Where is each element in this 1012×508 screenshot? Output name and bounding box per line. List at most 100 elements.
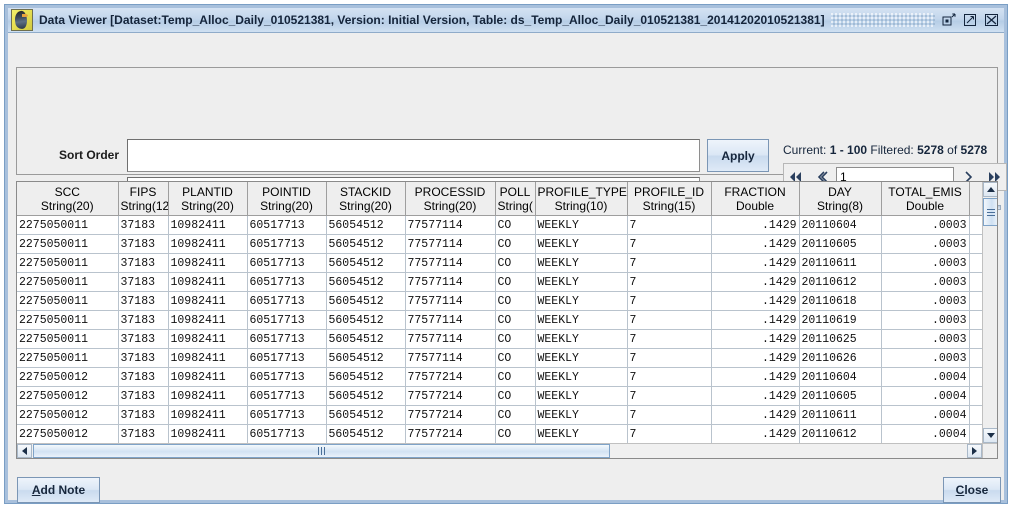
table-cell[interactable]: .1429 — [711, 253, 800, 273]
table-cell[interactable]: CO — [495, 310, 536, 330]
table-cell[interactable]: 20110612 — [799, 424, 882, 443]
table-cell[interactable]: 2275050011 — [17, 310, 119, 330]
column-header-day[interactable]: DAY String(8) — [799, 182, 882, 216]
column-header-poll[interactable]: POLL String( — [495, 182, 536, 216]
table-cell[interactable]: 7 — [627, 367, 712, 387]
table-cell[interactable]: 77577114 — [405, 348, 496, 368]
table-cell[interactable]: 20110611 — [799, 405, 882, 425]
table-cell[interactable]: 37183 — [118, 215, 169, 235]
table-cell[interactable]: CO — [495, 405, 536, 425]
table-cell[interactable]: .1429 — [711, 386, 800, 406]
table-row[interactable]: 2275050012 37183 10982411 60517713 56054512 7… — [17, 424, 982, 443]
table-cell[interactable]: 7 — [627, 424, 712, 443]
table-cell[interactable]: 20110619 — [799, 310, 882, 330]
table-cell[interactable]: 7 — [627, 405, 712, 425]
table-cell[interactable]: 20110605 — [799, 234, 882, 254]
table-cell[interactable] — [969, 272, 982, 292]
table-cell[interactable]: 37183 — [118, 405, 169, 425]
table-cell[interactable]: 37183 — [118, 424, 169, 443]
table-cell[interactable]: 10982411 — [168, 424, 248, 443]
table-cell[interactable] — [969, 215, 982, 235]
table-cell[interactable]: 37183 — [118, 272, 169, 292]
table-cell[interactable]: 2275050012 — [17, 424, 119, 443]
table-cell[interactable]: 20110625 — [799, 329, 882, 349]
column-header-profile_id[interactable]: PROFILE_ID String(15) — [627, 182, 712, 216]
table-cell[interactable]: CO — [495, 424, 536, 443]
table-cell[interactable]: 77577114 — [405, 291, 496, 311]
table-cell[interactable]: 2275050012 — [17, 367, 119, 387]
column-header-fraction[interactable]: FRACTION Double — [711, 182, 800, 216]
table-row[interactable]: 2275050012 37183 10982411 60517713 56054512 7… — [17, 367, 982, 387]
close-button[interactable]: Close — [943, 477, 1001, 503]
column-header-scc[interactable]: SCC String(20) — [17, 182, 119, 216]
table-cell[interactable]: .0003 — [881, 310, 970, 330]
table-cell[interactable]: WEEKLY — [535, 405, 628, 425]
table-cell[interactable]: CO — [495, 386, 536, 406]
table-cell[interactable]: .0004 — [881, 386, 970, 406]
table-cell[interactable]: 10982411 — [168, 367, 248, 387]
table-cell[interactable]: 10982411 — [168, 329, 248, 349]
table-cell[interactable]: 56054512 — [326, 367, 406, 387]
table-cell[interactable]: WEEKLY — [535, 272, 628, 292]
table-cell[interactable]: 10982411 — [168, 291, 248, 311]
table-cell[interactable]: CO — [495, 329, 536, 349]
table-cell[interactable]: 37183 — [118, 386, 169, 406]
table-cell[interactable]: 56054512 — [326, 272, 406, 292]
table-row[interactable]: 2275050011 37183 10982411 60517713 56054512 7… — [17, 253, 982, 273]
table-cell[interactable]: 37183 — [118, 234, 169, 254]
table-cell[interactable]: 60517713 — [247, 386, 327, 406]
title-drag-grip[interactable] — [830, 13, 935, 27]
table-cell[interactable]: 7 — [627, 215, 712, 235]
table-cell[interactable]: .0004 — [881, 424, 970, 443]
table-cell[interactable]: 20110604 — [799, 367, 882, 387]
table-row[interactable]: 2275050011 37183 10982411 60517713 56054512 7… — [17, 272, 982, 292]
table-row[interactable]: 2275050011 37183 10982411 60517713 56054512 7… — [17, 348, 982, 368]
table-cell[interactable]: 2275050011 — [17, 348, 119, 368]
table-cell[interactable]: .1429 — [711, 329, 800, 349]
table-row[interactable]: 2275050011 37183 10982411 60517713 56054512 7… — [17, 329, 982, 349]
table-cell[interactable]: CO — [495, 215, 536, 235]
close-icon[interactable] — [983, 12, 1000, 28]
table-cell[interactable]: 20110626 — [799, 348, 882, 368]
table-row[interactable]: 2275050011 37183 10982411 60517713 56054512 7… — [17, 310, 982, 330]
apply-button[interactable]: Apply — [707, 139, 769, 172]
column-header-stackid[interactable]: STACKID String(20) — [326, 182, 406, 216]
table-cell[interactable]: .0003 — [881, 253, 970, 273]
table-cell[interactable]: .1429 — [711, 348, 800, 368]
table-cell[interactable]: WEEKLY — [535, 367, 628, 387]
scroll-left-icon[interactable] — [17, 444, 32, 458]
table-cell[interactable]: 20110618 — [799, 291, 882, 311]
table-cell[interactable]: WEEKLY — [535, 386, 628, 406]
table-cell[interactable]: CO — [495, 272, 536, 292]
table-cell[interactable] — [969, 367, 982, 387]
table-cell[interactable]: WEEKLY — [535, 253, 628, 273]
table-cell[interactable]: 77577114 — [405, 272, 496, 292]
table-cell[interactable]: 56054512 — [326, 253, 406, 273]
table-cell[interactable]: 60517713 — [247, 310, 327, 330]
table-cell[interactable]: 37183 — [118, 253, 169, 273]
table-cell[interactable]: 7 — [627, 253, 712, 273]
table-cell[interactable]: 20110612 — [799, 272, 882, 292]
table-cell[interactable]: 56054512 — [326, 424, 406, 443]
table-cell[interactable]: 60517713 — [247, 405, 327, 425]
scroll-down-icon[interactable] — [983, 428, 997, 443]
table-cell[interactable]: 60517713 — [247, 424, 327, 443]
table-cell[interactable]: 2275050011 — [17, 234, 119, 254]
table-cell[interactable]: 77577214 — [405, 367, 496, 387]
table-cell[interactable]: .1429 — [711, 405, 800, 425]
add-note-button[interactable]: Add Note — [17, 477, 100, 503]
restore-icon[interactable] — [941, 12, 958, 28]
table-cell[interactable]: 7 — [627, 291, 712, 311]
table-cell[interactable]: 7 — [627, 310, 712, 330]
table-cell[interactable]: 77577214 — [405, 424, 496, 443]
table-cell[interactable]: WEEKLY — [535, 234, 628, 254]
table-cell[interactable]: 10982411 — [168, 234, 248, 254]
table-cell[interactable]: 7 — [627, 386, 712, 406]
table-cell[interactable] — [969, 310, 982, 330]
table-cell[interactable]: 56054512 — [326, 234, 406, 254]
table-cell[interactable]: WEEKLY — [535, 215, 628, 235]
table-cell[interactable]: .1429 — [711, 215, 800, 235]
column-header-processid[interactable]: PROCESSID String(20) — [405, 182, 496, 216]
table-cell[interactable]: 20110604 — [799, 215, 882, 235]
title-bar[interactable]: Data Viewer [Dataset:Temp_Alloc_Daily_01… — [8, 8, 1004, 33]
